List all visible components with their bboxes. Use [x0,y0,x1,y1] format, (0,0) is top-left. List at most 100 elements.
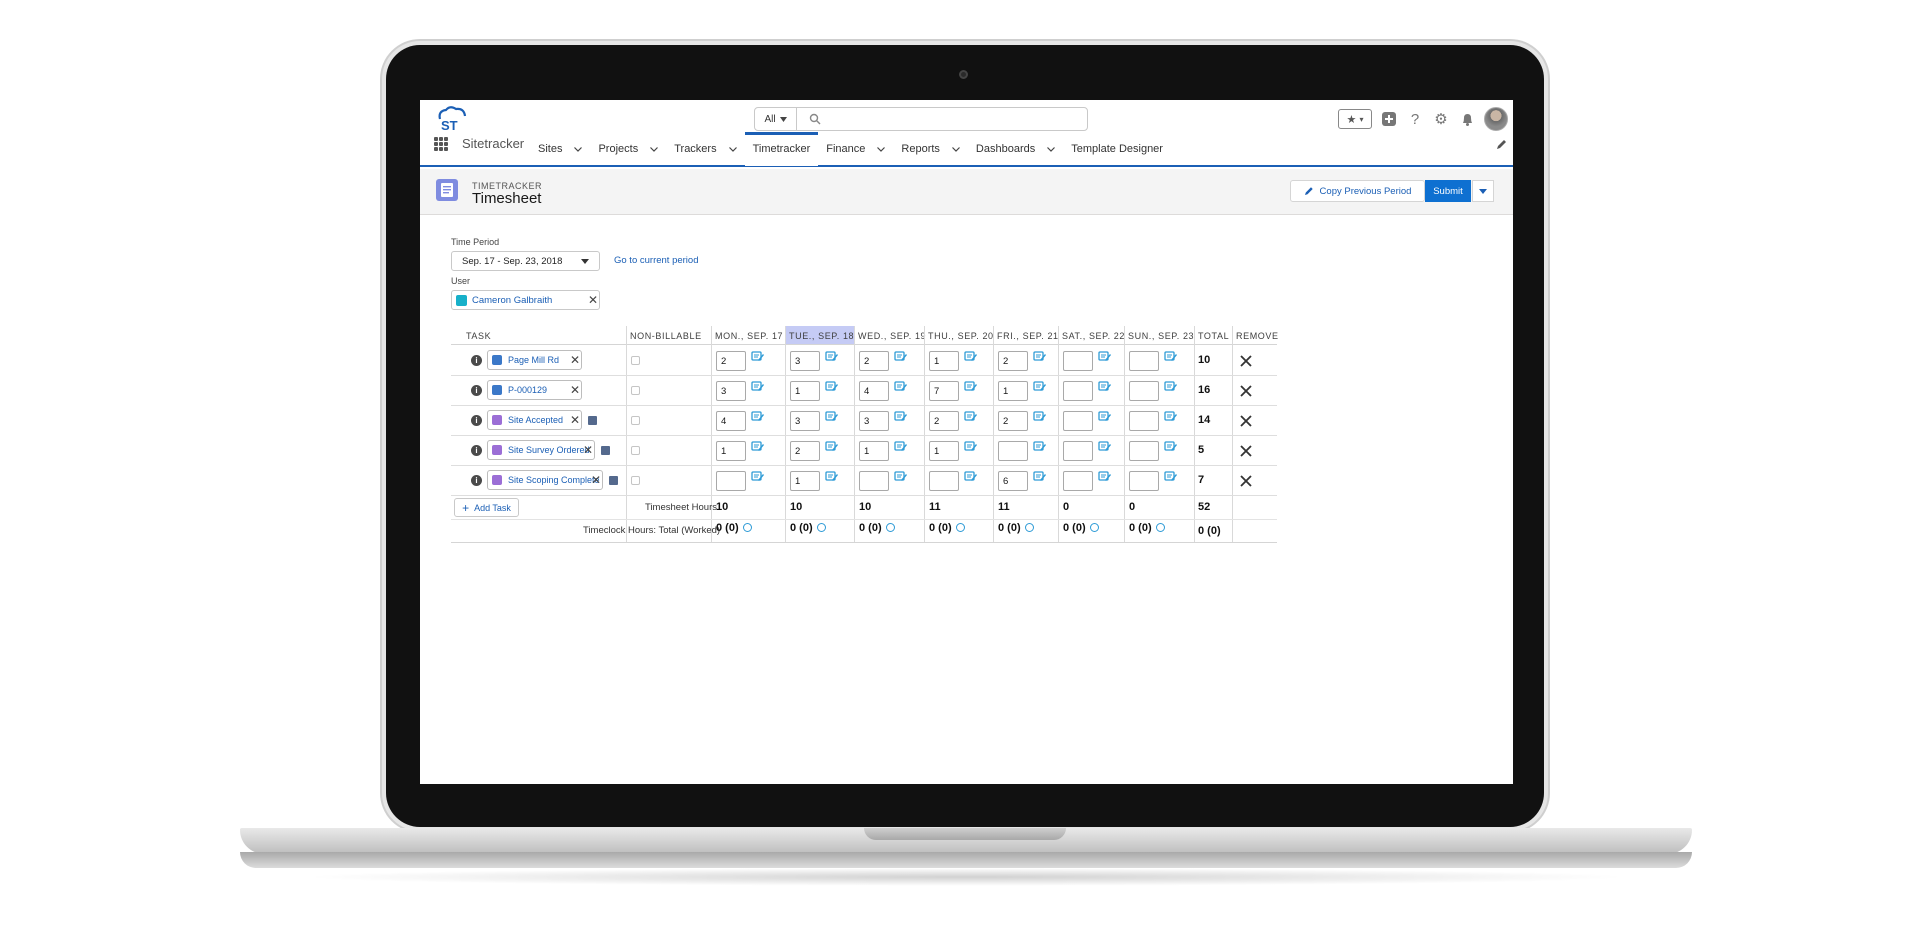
add-note-icon[interactable] [1164,410,1178,422]
task-info-icon[interactable]: i [471,475,482,486]
app-launcher-icon[interactable] [434,137,448,151]
clock-icon[interactable] [955,522,965,532]
add-note-icon[interactable] [751,410,765,422]
favorites-button[interactable]: ★ ▾ [1338,109,1372,129]
hours-input[interactable] [1063,351,1093,371]
hours-input[interactable]: 1 [929,351,959,371]
add-note-icon[interactable] [964,470,978,482]
add-note-icon[interactable] [1164,470,1178,482]
go-to-current-period-link[interactable]: Go to current period [614,255,699,266]
add-note-icon[interactable] [825,440,839,452]
add-note-icon[interactable] [1033,410,1047,422]
hours-input[interactable] [929,471,959,491]
hours-input[interactable]: 1 [859,441,889,461]
chevron-down-icon[interactable] [877,143,886,155]
add-note-icon[interactable] [825,410,839,422]
chevron-down-icon[interactable] [1047,143,1056,155]
add-note-icon[interactable] [1098,440,1112,452]
chevron-down-icon[interactable] [951,143,960,155]
clock-icon[interactable] [1089,522,1099,532]
add-note-icon[interactable] [825,380,839,392]
add-note-icon[interactable] [751,350,765,362]
hours-input[interactable]: 2 [929,411,959,431]
nav-item-dashboards[interactable]: Dashboards [968,132,1063,166]
clock-icon[interactable] [1155,522,1165,532]
hours-input[interactable]: 2 [790,441,820,461]
hours-input[interactable]: 2 [998,411,1028,431]
clear-user-icon[interactable]: ✕ [588,294,598,306]
nav-item-sites[interactable]: Sites [530,132,590,166]
setup-gear-icon[interactable]: ⚙ [1432,110,1450,128]
hours-input[interactable]: 6 [998,471,1028,491]
hours-input[interactable]: 2 [716,351,746,371]
chevron-down-icon[interactable] [574,143,583,155]
hours-input[interactable] [1129,441,1159,461]
add-note-icon[interactable] [1033,440,1047,452]
chevron-down-icon[interactable] [650,143,659,155]
remove-row-icon[interactable] [1239,384,1253,398]
task-lookup[interactable]: Site Survey Ordered ✕ [487,440,595,460]
add-note-icon[interactable] [894,350,908,362]
nav-item-timetracker[interactable]: Timetracker [744,132,819,166]
submit-button[interactable]: Submit [1425,180,1471,202]
add-note-icon[interactable] [894,380,908,392]
non-billable-checkbox[interactable] [631,386,640,395]
task-lookup[interactable]: P-000129 ✕ [487,380,582,400]
hours-input[interactable] [1063,441,1093,461]
hours-input[interactable]: 4 [859,381,889,401]
task-lookup[interactable]: Site Scoping Complete ✕ [487,470,603,490]
non-billable-checkbox[interactable] [631,356,640,365]
notifications-bell-icon[interactable] [1458,110,1476,128]
add-note-icon[interactable] [964,440,978,452]
add-note-icon[interactable] [894,470,908,482]
add-note-icon[interactable] [825,470,839,482]
help-icon[interactable]: ? [1406,110,1424,128]
add-note-icon[interactable] [825,350,839,362]
hours-input[interactable]: 3 [716,381,746,401]
task-info-icon[interactable]: i [471,385,482,396]
add-note-icon[interactable] [1033,380,1047,392]
clear-task-icon[interactable]: ✕ [570,354,580,366]
hours-input[interactable]: 3 [790,411,820,431]
calendar-icon[interactable] [601,446,610,455]
add-note-icon[interactable] [1033,470,1047,482]
hours-input[interactable]: 2 [998,351,1028,371]
hours-input[interactable]: 4 [716,411,746,431]
hours-input[interactable] [1129,381,1159,401]
add-note-icon[interactable] [751,470,765,482]
hours-input[interactable] [1063,471,1093,491]
user-lookup[interactable]: Cameron Galbraith ✕ [451,290,600,310]
task-lookup[interactable]: Site Accepted ✕ [487,410,582,430]
add-note-icon[interactable] [751,380,765,392]
clear-task-icon[interactable]: ✕ [591,474,601,486]
add-note-icon[interactable] [1164,350,1178,362]
add-note-icon[interactable] [964,380,978,392]
add-note-icon[interactable] [1098,350,1112,362]
time-period-select[interactable]: Sep. 17 - Sep. 23, 2018 [451,251,600,271]
nav-item-template-designer[interactable]: Template Designer [1063,132,1171,166]
sitetracker-logo[interactable]: ST [434,106,470,132]
hours-input[interactable] [859,471,889,491]
non-billable-checkbox[interactable] [631,476,640,485]
clock-icon[interactable] [742,522,752,532]
task-lookup[interactable]: Page Mill Rd ✕ [487,350,582,370]
add-note-icon[interactable] [894,440,908,452]
search-scope-select[interactable]: All [755,108,797,130]
chevron-down-icon[interactable] [728,143,737,155]
user-avatar[interactable] [1484,107,1508,131]
clock-icon[interactable] [885,522,895,532]
remove-row-icon[interactable] [1239,474,1253,488]
non-billable-checkbox[interactable] [631,446,640,455]
remove-row-icon[interactable] [1239,354,1253,368]
hours-input[interactable] [1129,351,1159,371]
add-note-icon[interactable] [1033,350,1047,362]
clear-task-icon[interactable]: ✕ [570,414,580,426]
hours-input[interactable]: 7 [929,381,959,401]
hours-input[interactable] [1063,381,1093,401]
hours-input[interactable]: 1 [998,381,1028,401]
add-note-icon[interactable] [1098,410,1112,422]
add-note-icon[interactable] [1164,440,1178,452]
copy-previous-period-button[interactable]: Copy Previous Period [1290,180,1425,202]
remove-row-icon[interactable] [1239,444,1253,458]
calendar-icon[interactable] [609,476,618,485]
